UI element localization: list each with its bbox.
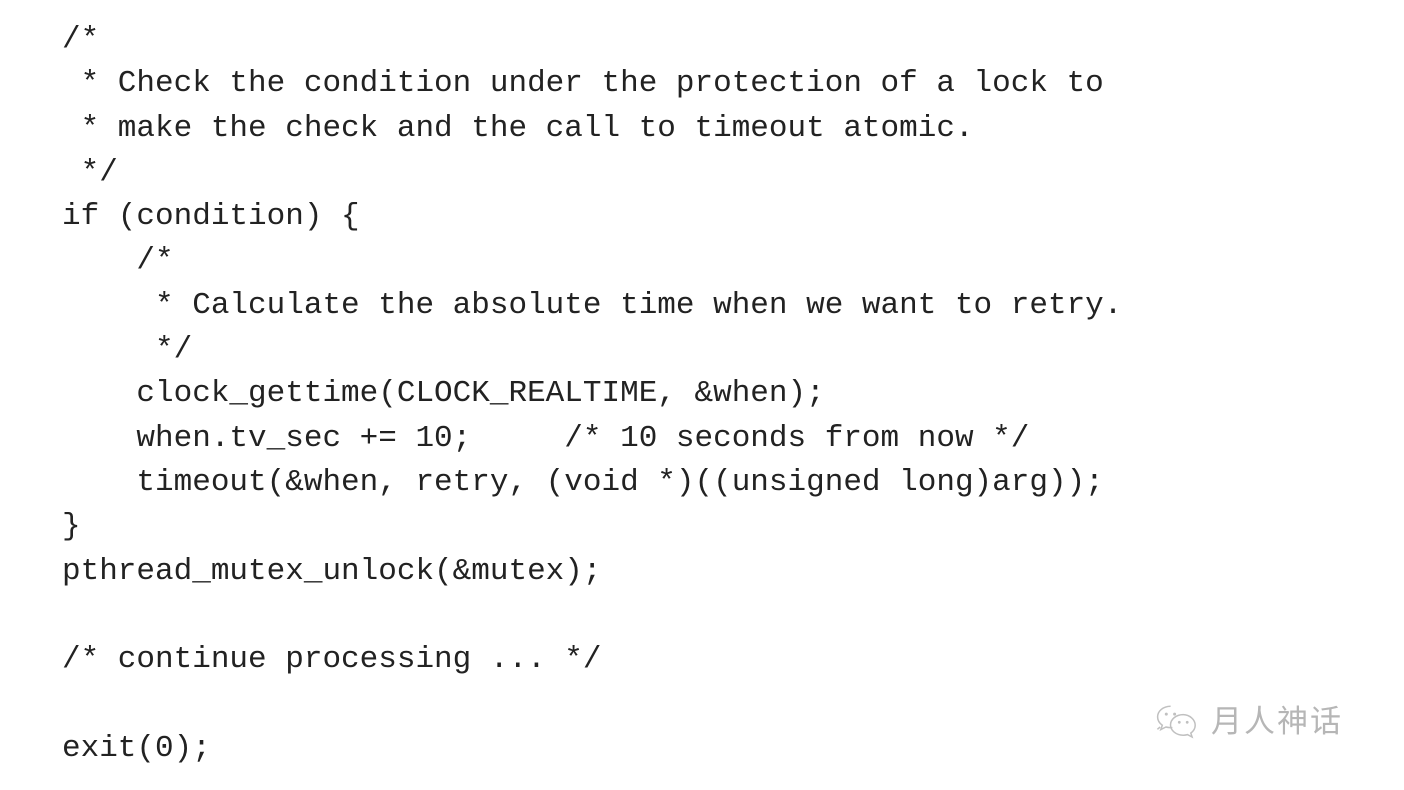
page-root: /* * Check the condition under the prote…: [0, 0, 1404, 790]
wechat-logo-icon: [1155, 702, 1201, 742]
code-line: exit(0);: [62, 730, 211, 766]
code-line: /*: [62, 22, 100, 57]
code-line: /* continue processing ... */: [62, 642, 602, 678]
code-line: when.tv_sec += 10; /* 10 seconds from no…: [62, 420, 1030, 456]
code-line: clock_gettime(CLOCK_REALTIME, &when);: [62, 376, 825, 412]
code-line: * Check the condition under the protecti…: [62, 66, 1104, 102]
watermark: 月人神话: [1155, 702, 1343, 742]
code-block: /* * Check the condition under the prote…: [62, 18, 1342, 771]
code-line: /*: [62, 243, 174, 279]
watermark-label: 月人神话: [1211, 704, 1343, 740]
code-line: pthread_mutex_unlock(&mutex);: [62, 553, 602, 589]
code-line: if (condition) {: [62, 199, 360, 235]
code-line: */: [62, 332, 193, 368]
code-line: timeout(&when, retry, (void *)((unsigned…: [62, 464, 1104, 500]
code-line: * Calculate the absolute time when we wa…: [62, 287, 1123, 323]
code-line: }: [62, 509, 81, 545]
code-line: */: [62, 154, 118, 190]
code-line: * make the check and the call to timeout…: [62, 110, 974, 146]
